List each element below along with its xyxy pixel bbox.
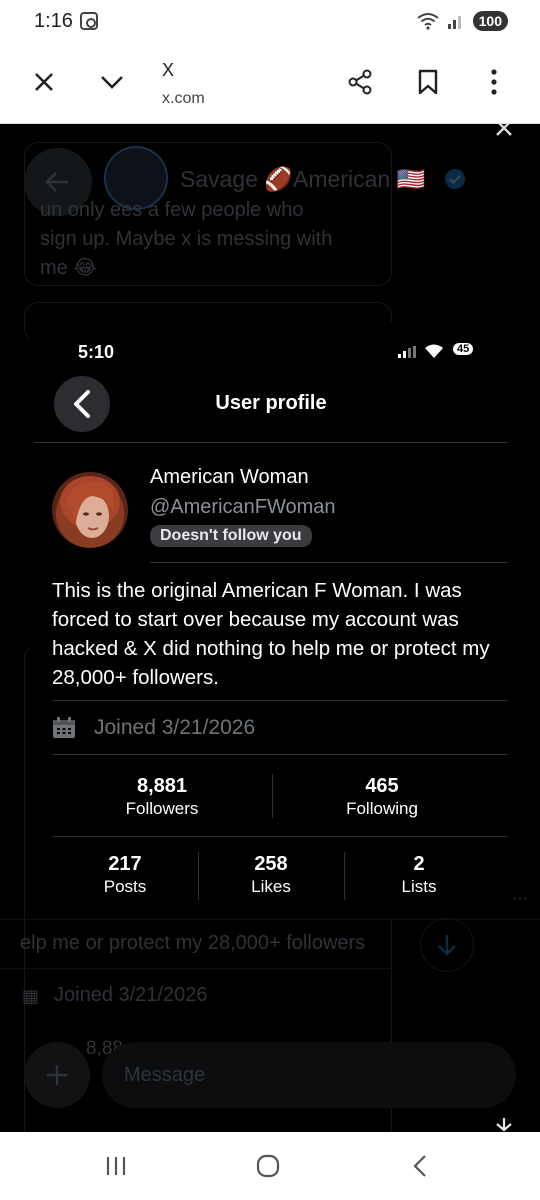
background-more-icon[interactable]: ··· — [512, 890, 528, 908]
arrow-down-icon — [438, 935, 456, 956]
stat-posts[interactable]: 217 Posts — [52, 852, 198, 898]
stat-likes[interactable]: 258 Likes — [198, 852, 344, 898]
message-input[interactable]: Message — [102, 1042, 516, 1108]
divider — [150, 562, 508, 563]
wifi-icon — [417, 13, 439, 30]
browser-toolbar: X x.com — [0, 46, 540, 124]
site-url: x.com — [162, 90, 205, 107]
signal-icon — [447, 16, 461, 29]
site-title: X — [162, 60, 175, 80]
wifi-icon — [425, 344, 443, 358]
follow-status-badge: Doesn't follow you — [150, 525, 312, 547]
user-handle: @AmericanFWoman — [150, 496, 336, 518]
status-bar: 1:16 100 — [0, 0, 540, 46]
home-icon — [256, 1154, 280, 1178]
screenshot-icon — [80, 12, 98, 30]
author-name: Savage 🏈American 🇺🇸 — [180, 166, 426, 192]
more-vertical-icon — [491, 69, 497, 95]
arrow-left-icon — [45, 172, 68, 192]
close-button[interactable] — [28, 66, 60, 98]
chevron-down-icon — [101, 76, 123, 89]
shot-status-time: 5:10 — [78, 342, 115, 362]
plus-icon — [47, 1065, 67, 1085]
background-reply-text: un only ees a few people who sign up. Ma… — [40, 199, 333, 279]
stat-following[interactable]: 465 Following — [272, 774, 492, 820]
arrow-down-icon — [496, 1118, 512, 1132]
divider — [52, 754, 508, 755]
stat-followers[interactable]: 8,881 Followers — [52, 774, 272, 820]
chevron-left-icon — [413, 1155, 426, 1177]
page-title: User profile — [215, 392, 327, 414]
compose-button[interactable] — [24, 1042, 90, 1108]
joined-row: Joined 3/21/2026 — [52, 716, 255, 740]
battery-indicator: 100 — [472, 11, 508, 31]
minimize-button[interactable] — [96, 66, 128, 98]
calendar-icon — [53, 717, 75, 738]
status-indicators: 100 — [417, 11, 508, 31]
background-joined: Joined 3/21/2026 — [54, 984, 208, 1006]
divider — [52, 700, 508, 701]
scroll-down-button[interactable] — [420, 918, 474, 972]
system-nav-bar — [0, 1132, 540, 1200]
home-button[interactable] — [248, 1150, 288, 1182]
profile-screenshot: 5:10 45 User profile American Woman @Ame… — [30, 322, 512, 918]
message-placeholder: Message — [124, 1064, 206, 1086]
close-icon — [35, 73, 53, 91]
stat-lists[interactable]: 2 Lists — [344, 852, 494, 898]
back-nav-button[interactable] — [400, 1150, 440, 1182]
divider — [34, 442, 508, 443]
profile-bio: This is the original American F Woman. I… — [52, 579, 490, 689]
more-options-button[interactable] — [478, 66, 510, 98]
signal-icon — [398, 346, 416, 358]
close-icon[interactable] — [494, 124, 514, 136]
display-name: American Woman — [150, 466, 309, 488]
background-bio-text: elp me or protect my 28,000+ followers — [20, 932, 366, 954]
divider — [52, 836, 508, 837]
divider — [0, 968, 392, 969]
profile-avatar — [52, 472, 128, 548]
verified-icon — [445, 169, 465, 189]
status-time: 1:16 — [34, 10, 73, 32]
recent-apps-button[interactable] — [96, 1150, 136, 1182]
share-icon — [348, 69, 372, 95]
share-button[interactable] — [344, 66, 376, 98]
recent-apps-icon — [106, 1157, 126, 1175]
calendar-icon: ▦ — [22, 986, 40, 1006]
bookmark-button[interactable] — [412, 66, 444, 98]
shot-battery-indicator: 45 — [453, 343, 474, 355]
avatar-image — [60, 476, 120, 538]
bookmark-icon — [418, 69, 438, 95]
joined-date: Joined 3/21/2026 — [94, 716, 256, 739]
